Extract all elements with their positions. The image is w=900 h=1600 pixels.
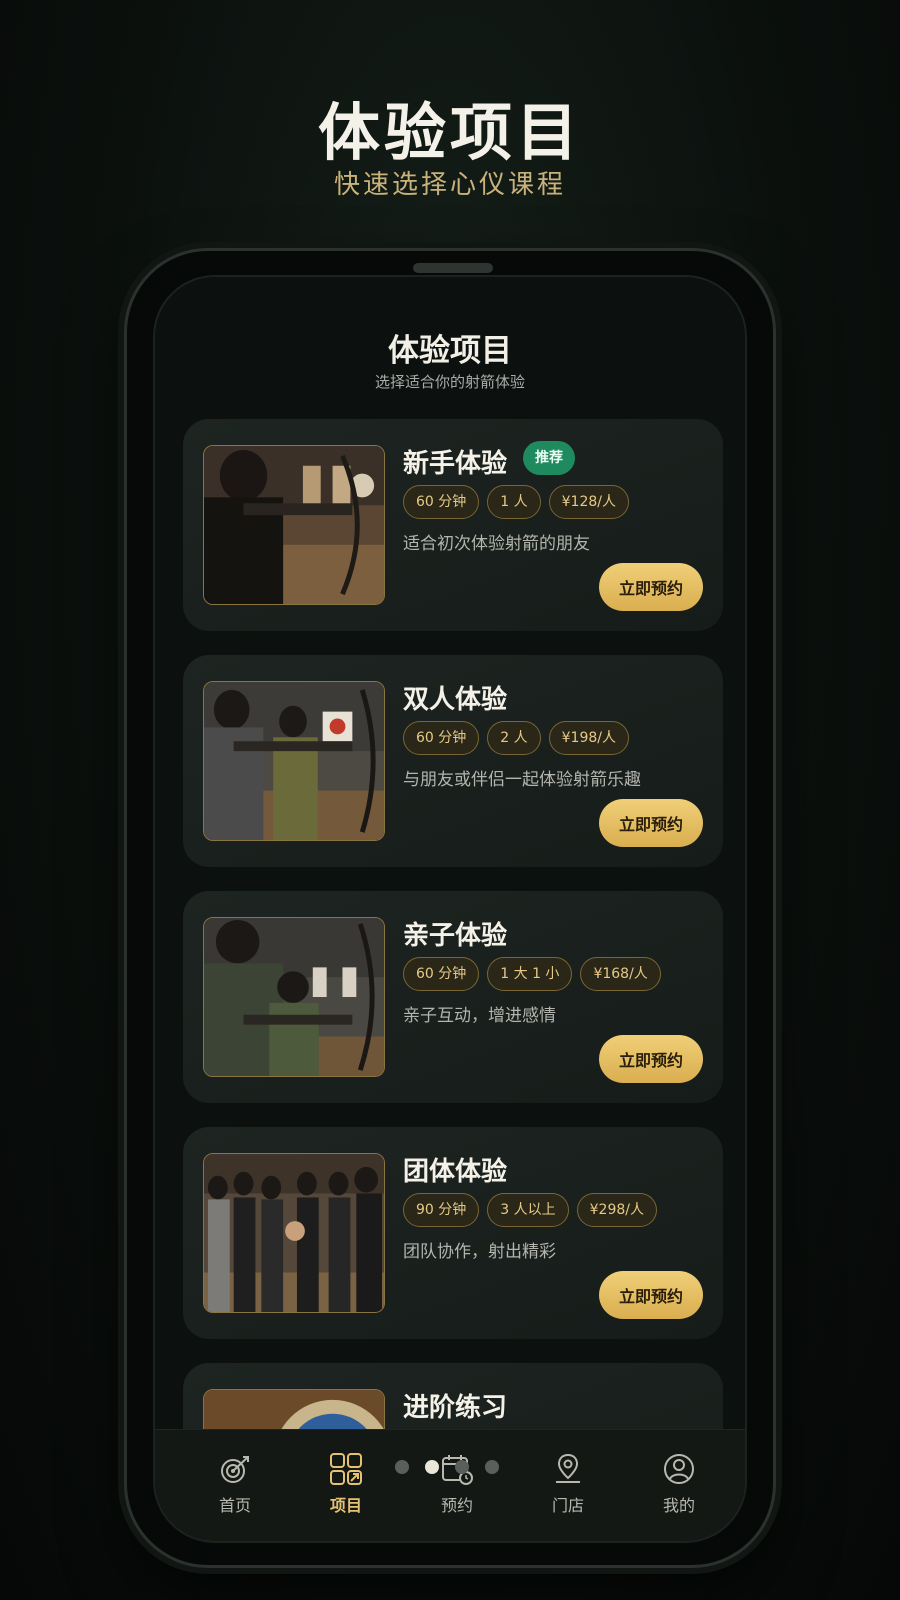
book-now-button[interactable]: 立即预约 bbox=[599, 563, 703, 611]
nav-item-stores[interactable]: 门店 bbox=[528, 1452, 608, 1516]
target-icon bbox=[221, 1456, 249, 1483]
carousel-dots bbox=[395, 1460, 499, 1474]
people-tag: 2 人 bbox=[487, 721, 541, 755]
hero-title: 体验项目 bbox=[317, 96, 582, 169]
course-tags: 60 分钟 2 人 ¥198/人 bbox=[403, 721, 629, 755]
course-tags: 90 分钟 3 人以上 ¥298/人 bbox=[403, 1193, 657, 1227]
book-now-button[interactable]: 立即预约 bbox=[599, 1035, 703, 1083]
nav-label: 项目 bbox=[329, 1496, 362, 1515]
duration-tag: 60 分钟 bbox=[403, 721, 480, 755]
course-tags: 60 分钟 1 大 1 小 ¥168/人 bbox=[403, 957, 661, 991]
course-photo bbox=[203, 1153, 385, 1313]
duration-tag: 60 分钟 bbox=[403, 957, 480, 991]
course-card-group[interactable]: 团体体验 90 分钟 3 人以上 ¥298/人 团队协作，射出精彩 立即预约 bbox=[183, 1127, 723, 1339]
people-tag: 1 人 bbox=[487, 485, 541, 519]
recommend-badge: 推荐 bbox=[523, 441, 575, 475]
book-now-button[interactable]: 立即预约 bbox=[599, 799, 703, 847]
nav-item-home[interactable]: 首页 bbox=[195, 1452, 275, 1516]
course-title: 新手体验 bbox=[403, 449, 508, 479]
course-title: 亲子体验 bbox=[403, 921, 508, 951]
nav-label: 首页 bbox=[218, 1496, 251, 1515]
nav-label: 门店 bbox=[551, 1496, 584, 1515]
user-icon bbox=[664, 1454, 694, 1484]
course-description: 适合初次体验射箭的朋友 bbox=[403, 534, 590, 554]
duration-tag: 60 分钟 bbox=[403, 485, 480, 519]
grid-icon bbox=[330, 1453, 362, 1485]
nav-item-projects[interactable]: 项目 bbox=[306, 1452, 386, 1516]
phone-frame: 体验项目 选择适合你的射箭体验 新手体验 推荐 60 分钟 1 人 ¥128/人… bbox=[124, 248, 776, 1568]
price-tag: ¥168/人 bbox=[580, 957, 661, 991]
course-photo bbox=[203, 445, 385, 605]
course-tags: 60 分钟 1 人 ¥128/人 bbox=[403, 485, 629, 519]
nav-item-profile[interactable]: 我的 bbox=[639, 1452, 719, 1516]
price-tag: ¥298/人 bbox=[576, 1193, 657, 1227]
nav-label: 预约 bbox=[440, 1496, 473, 1515]
phone-notch bbox=[413, 263, 493, 273]
carousel-dot[interactable] bbox=[485, 1460, 499, 1474]
course-photo bbox=[203, 681, 385, 841]
page-subtitle: 选择适合你的射箭体验 bbox=[374, 373, 525, 391]
price-tag: ¥198/人 bbox=[548, 721, 629, 755]
course-photo bbox=[203, 917, 385, 1077]
duration-tag: 90 分钟 bbox=[403, 1193, 480, 1227]
hero-subtitle: 快速选择心仪课程 bbox=[333, 170, 566, 200]
phone-screen: 体验项目 选择适合你的射箭体验 新手体验 推荐 60 分钟 1 人 ¥128/人… bbox=[153, 275, 747, 1543]
page: 体验项目 快速选择心仪课程 体验项目 选择适合你的射箭体验 新手体验 推荐 60… bbox=[0, 0, 900, 1600]
people-tag: 3 人以上 bbox=[487, 1193, 569, 1227]
price-tag: ¥128/人 bbox=[548, 485, 629, 519]
bottom-nav: 首页 项目 预约 门店 我的 bbox=[155, 1429, 745, 1541]
book-now-button[interactable]: 立即预约 bbox=[599, 1271, 703, 1319]
course-title: 进阶练习 bbox=[403, 1393, 508, 1423]
course-title: 双人体验 bbox=[403, 685, 508, 715]
course-description: 与朋友或伴侣一起体验射箭乐趣 bbox=[403, 770, 641, 790]
course-card-beginner[interactable]: 新手体验 推荐 60 分钟 1 人 ¥128/人 适合初次体验射箭的朋友 立即预… bbox=[183, 419, 723, 631]
location-icon bbox=[556, 1453, 580, 1483]
course-title: 团体体验 bbox=[403, 1157, 508, 1187]
carousel-dot[interactable] bbox=[395, 1460, 409, 1474]
course-description: 亲子互动，增进感情 bbox=[403, 1006, 556, 1026]
course-description: 团队协作，射出精彩 bbox=[403, 1242, 556, 1262]
carousel-dot[interactable] bbox=[455, 1460, 469, 1474]
course-card-duo[interactable]: 双人体验 60 分钟 2 人 ¥198/人 与朋友或伴侣一起体验射箭乐趣 立即预… bbox=[183, 655, 723, 867]
nav-label: 我的 bbox=[662, 1496, 695, 1515]
page-title: 体验项目 bbox=[388, 333, 512, 369]
people-tag: 1 大 1 小 bbox=[487, 957, 573, 991]
course-card-family[interactable]: 亲子体验 60 分钟 1 大 1 小 ¥168/人 亲子互动，增进感情 立即预约 bbox=[183, 891, 723, 1103]
carousel-dot-active[interactable] bbox=[425, 1460, 439, 1474]
